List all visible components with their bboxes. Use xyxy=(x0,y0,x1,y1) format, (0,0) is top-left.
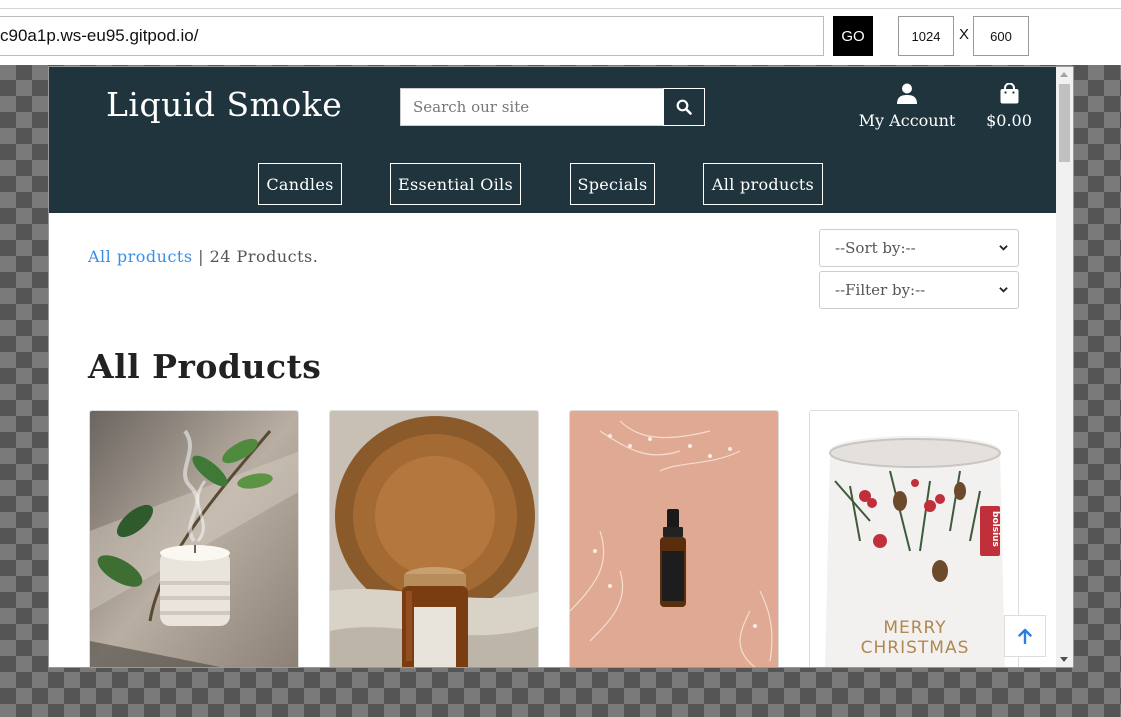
site-page: Liquid Smoke My Account xyxy=(49,67,1057,667)
christmas-text-line-2: CHRISTMAS xyxy=(861,638,970,658)
sort-select-value: --Sort by:-- xyxy=(835,239,916,257)
responsive-toolbar: c90a1p.ws-eu95.gitpod.io/ GO 1024 X 600 xyxy=(0,0,1121,65)
bag-total: $0.00 xyxy=(986,111,1032,130)
breadcrumb: All products | 24 Products. xyxy=(88,247,318,266)
page-title: All Products xyxy=(88,347,322,386)
toolbar-divider xyxy=(0,8,1121,9)
brand-tag-text: bolsius xyxy=(990,511,1000,547)
main-nav: Candles Essential Oils Specials All prod… xyxy=(49,163,1057,205)
nav-all-products[interactable]: All products xyxy=(703,163,823,205)
search-icon xyxy=(676,99,692,115)
product-card-amber-candle[interactable] xyxy=(329,410,539,667)
dimension-separator: X xyxy=(959,26,970,43)
product-card-oil-bottle[interactable] xyxy=(569,410,779,667)
christmas-text-line-1: MERRY xyxy=(883,618,946,638)
shopping-bag-icon xyxy=(1000,82,1018,104)
product-image-christmas-candle: bolsius MERRY CHRISTMAS xyxy=(810,411,1018,667)
product-image-smoking-candle xyxy=(90,411,298,667)
chevron-down-icon xyxy=(999,245,1008,251)
product-image-amber-candle xyxy=(330,411,538,667)
scroll-up-icon[interactable] xyxy=(1060,72,1068,77)
width-input[interactable]: 1024 xyxy=(898,16,954,56)
shopping-bag-link[interactable]: $0.00 xyxy=(979,82,1039,130)
scroll-down-icon[interactable] xyxy=(1060,657,1068,662)
scrollbar-thumb[interactable] xyxy=(1059,84,1070,162)
product-count: | 24 Products. xyxy=(192,247,319,266)
chevron-down-icon xyxy=(999,287,1008,293)
sort-select[interactable]: --Sort by:-- xyxy=(819,229,1019,267)
filter-select-value: --Filter by:-- xyxy=(835,281,926,299)
filter-select[interactable]: --Filter by:-- xyxy=(819,271,1019,309)
back-to-top-button[interactable] xyxy=(1004,615,1046,657)
url-input[interactable]: c90a1p.ws-eu95.gitpod.io/ xyxy=(0,16,824,56)
arrow-up-icon xyxy=(1018,628,1032,644)
breadcrumb-all-products-link[interactable]: All products xyxy=(88,247,193,266)
height-input[interactable]: 600 xyxy=(973,16,1029,56)
nav-candles[interactable]: Candles xyxy=(258,163,342,205)
site-logo[interactable]: Liquid Smoke xyxy=(106,85,342,124)
product-card-christmas-candle[interactable]: bolsius MERRY CHRISTMAS xyxy=(809,410,1019,667)
search-form xyxy=(400,88,705,126)
site-viewport: Liquid Smoke My Account xyxy=(48,66,1074,668)
product-image-oil-bottle xyxy=(570,411,778,667)
search-button[interactable] xyxy=(663,88,705,126)
user-icon xyxy=(897,83,917,104)
site-header: Liquid Smoke My Account xyxy=(49,67,1057,213)
my-account-link[interactable]: My Account xyxy=(857,83,957,130)
go-button[interactable]: GO xyxy=(833,16,873,56)
nav-essential-oils[interactable]: Essential Oils xyxy=(390,163,521,205)
viewport-scrollbar[interactable] xyxy=(1056,67,1073,667)
nav-specials[interactable]: Specials xyxy=(570,163,655,205)
search-input[interactable] xyxy=(400,88,664,126)
product-card-smoking-candle[interactable] xyxy=(89,410,299,667)
my-account-label: My Account xyxy=(858,111,956,130)
